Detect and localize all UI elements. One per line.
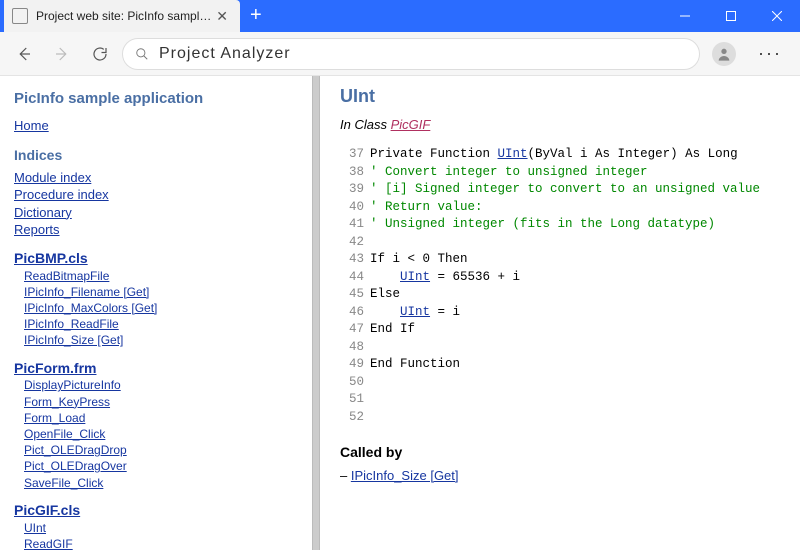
address-text: Project Analyzer xyxy=(159,45,291,63)
sidebar-heading: PicInfo sample application xyxy=(14,90,296,107)
index-link[interactable]: Reports xyxy=(14,221,296,239)
pane-divider[interactable] xyxy=(310,76,320,550)
file-header-link[interactable]: PicBMP.cls xyxy=(14,249,88,268)
member-link[interactable]: DisplayPictureInfo xyxy=(24,377,296,393)
index-link[interactable]: Module index xyxy=(14,169,296,187)
minimize-button[interactable] xyxy=(662,0,708,32)
class-link[interactable]: PicGIF xyxy=(391,117,431,132)
member-link[interactable]: SaveFile_Click xyxy=(24,475,296,491)
member-link[interactable]: Pict_OLEDragOver xyxy=(24,458,296,474)
code-block: 37Private Function UInt(ByVal i As Integ… xyxy=(340,146,780,426)
menu-button[interactable]: ··· xyxy=(748,43,792,64)
member-link[interactable]: ReadBitmapFile xyxy=(24,268,296,284)
calledby-item: – IPicInfo_Size [Get] xyxy=(340,468,780,483)
tab-close-button[interactable]: ✕ xyxy=(212,8,232,25)
maximize-button[interactable] xyxy=(708,0,754,32)
indices-heading: Indices xyxy=(14,147,296,163)
search-icon xyxy=(135,47,149,61)
member-link[interactable]: IPicInfo_Filename [Get] xyxy=(24,284,296,300)
new-tab-button[interactable]: + xyxy=(240,0,272,31)
forward-button[interactable] xyxy=(46,38,78,70)
subtitle: In Class PicGIF xyxy=(340,117,780,132)
member-link[interactable]: IPicInfo_MaxColors [Get] xyxy=(24,300,296,316)
member-link[interactable]: UInt xyxy=(24,520,296,536)
calledby-link[interactable]: IPicInfo_Size [Get] xyxy=(351,468,459,483)
page-icon xyxy=(12,8,28,24)
member-link[interactable]: Pict_OLEDragDrop xyxy=(24,442,296,458)
member-link[interactable]: Form_Load xyxy=(24,410,296,426)
main-pane: UInt In Class PicGIF 37Private Function … xyxy=(320,76,800,550)
index-link[interactable]: Dictionary xyxy=(14,204,296,222)
toolbar: Project Analyzer ··· xyxy=(0,32,800,76)
refresh-button[interactable] xyxy=(84,38,116,70)
sidebar: PicInfo sample application Home Indices … xyxy=(0,76,310,550)
home-link[interactable]: Home xyxy=(14,117,296,135)
member-link[interactable]: Form_KeyPress xyxy=(24,394,296,410)
calledby-heading: Called by xyxy=(340,444,780,460)
back-button[interactable] xyxy=(8,38,40,70)
member-link[interactable]: OpenFile_Click xyxy=(24,426,296,442)
index-link[interactable]: Procedure index xyxy=(14,186,296,204)
file-header-link[interactable]: PicForm.frm xyxy=(14,359,96,378)
content: PicInfo sample application Home Indices … xyxy=(0,76,800,550)
file-header-link[interactable]: PicGIF.cls xyxy=(14,501,80,520)
member-link[interactable]: ReadGIF xyxy=(24,536,296,550)
address-bar[interactable]: Project Analyzer xyxy=(122,38,700,70)
titlebar: Project web site: PicInfo sample a ✕ + xyxy=(0,0,800,32)
member-link[interactable]: IPicInfo_Size [Get] xyxy=(24,332,296,348)
tab-title: Project web site: PicInfo sample a xyxy=(36,9,212,23)
profile-avatar[interactable] xyxy=(712,42,736,66)
close-window-button[interactable] xyxy=(754,0,800,32)
browser-tab[interactable]: Project web site: PicInfo sample a ✕ xyxy=(4,0,240,32)
page-title: UInt xyxy=(340,86,780,107)
member-link[interactable]: IPicInfo_ReadFile xyxy=(24,316,296,332)
